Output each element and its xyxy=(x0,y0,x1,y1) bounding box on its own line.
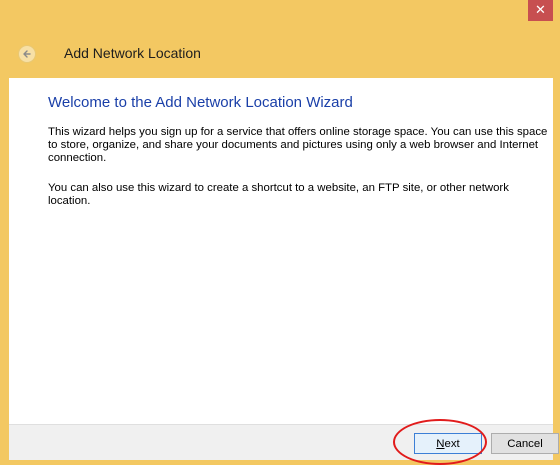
description-paragraph: This wizard helps you sign up for a serv… xyxy=(48,126,548,164)
next-button[interactable]: Next xyxy=(414,433,482,454)
back-arrow-icon xyxy=(23,50,31,58)
shortcut-paragraph: You can also use this wizard to create a… xyxy=(48,182,509,207)
wizard-content: Welcome to the Add Network Location Wiza… xyxy=(9,78,553,424)
title-bar: ✕ xyxy=(0,0,560,30)
close-icon: ✕ xyxy=(535,2,546,17)
next-label: ext xyxy=(444,437,460,450)
page-title: Welcome to the Add Network Location Wiza… xyxy=(48,94,353,111)
close-button[interactable]: ✕ xyxy=(528,0,553,21)
button-bar: Next Cancel xyxy=(9,424,559,460)
wizard-window: ✕ Add Network Location Welcome to the Ad… xyxy=(0,0,560,465)
wizard-header: Add Network Location xyxy=(0,30,560,78)
cancel-button[interactable]: Cancel xyxy=(491,433,559,454)
window-title: Add Network Location xyxy=(64,45,201,61)
back-button[interactable] xyxy=(18,45,36,63)
next-mnemonic: N xyxy=(436,437,445,450)
